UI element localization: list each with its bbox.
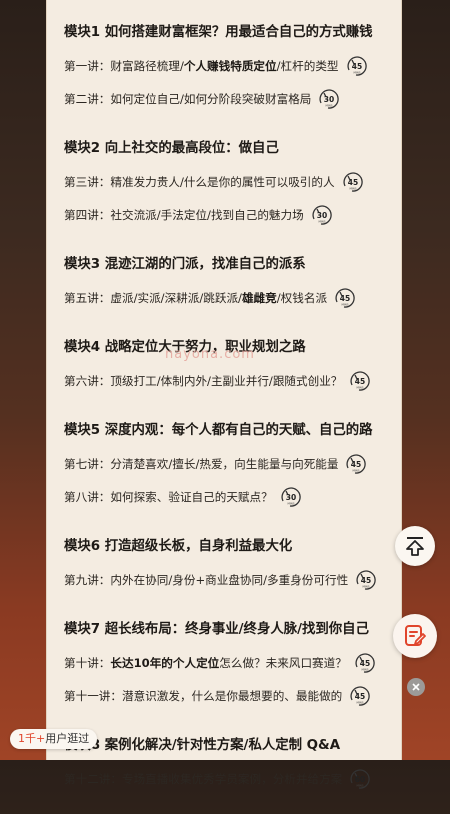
lecture-title: 第十讲：长达10年的个人定位怎么做？未来风口赛道？ <box>64 655 347 671</box>
module-title: 模块1 如何搭建财富框架？用最适合自己的方式赚钱 <box>64 25 373 40</box>
lecture-text: /杠杆的类型 <box>276 58 339 73</box>
lecture-title: 第八讲：如何探索、验证自己的天赋点？ <box>64 489 273 505</box>
module-section: 模块7 超长线布局：终身事业/终身人脉/找到你自己 第十讲：长达10年的个人定位怎… <box>64 621 387 731</box>
module-title: 模块3 混迹江湖的门派，找准自己的派系 <box>64 257 306 272</box>
lecture-text: 第七讲：分清楚喜欢/擅长/热爱，向生能量与向死能量 <box>64 456 339 471</box>
duration-unit: MINS <box>357 385 364 389</box>
module-spacer <box>64 118 387 134</box>
duration-unit: MINS <box>357 700 364 704</box>
module-title: 模块5 深度内观：每个人都有自己的天赋、自己的路 <box>64 423 373 438</box>
lecture-item[interactable]: 第七讲：分清楚喜欢/擅长/热爱，向生能量与向死能量 45 MINS <box>64 450 387 477</box>
duration-clock-icon: 30 MINS <box>317 88 340 110</box>
lecture-title: 第二讲：如何定位自己/如何分阶段突破财富格局 <box>64 91 311 107</box>
lecture-text: 怎么做？未来风口赛道？ <box>219 655 347 670</box>
close-button[interactable] <box>407 678 425 696</box>
duration-clock-icon: 45 MINS <box>348 370 371 392</box>
visit-label: 用户逛过 <box>45 732 90 745</box>
lecture-item[interactable]: 第十讲：长达10年的个人定位怎么做？未来风口赛道？ 45 MINS <box>64 649 387 676</box>
module-section: 模块3 混迹江湖的门派，找准自己的派系 第五讲：虚派/实派/深耕派/跳跃派/雄雌竞… <box>64 256 387 333</box>
visit-count: 1千+ <box>18 732 46 745</box>
lecture-text: 第五讲：虚派/实派/深耕派/跳跃派/ <box>64 290 242 305</box>
lecture-text: 第三讲：精准发力贵人/什么是你的属性可以吸引的人 <box>64 174 335 189</box>
duration-clock-icon: 30 MINS <box>310 204 332 226</box>
lecture-item[interactable]: 第十一讲：潜意识激发，什么是你最想要的、最能做的 45 MINS <box>64 682 387 709</box>
lecture-item[interactable]: 第五讲：虚派/实派/深耕派/跳跃派/雄雌竞/权钱名派 45 MINS <box>64 284 387 311</box>
lecture-text: 第十一讲：潜意识激发，什么是你最想要的、最能做的 <box>64 688 343 703</box>
module-spacer <box>64 317 387 333</box>
lecture-item[interactable]: 第九讲：内外在协同/身份+商业盘协同/多重身份可行性 45 MINS <box>64 566 387 593</box>
module-section: 模块1 如何搭建财富框架？用最适合自己的方式赚钱 第一讲：财富路径梳理/个人赚钱特… <box>64 24 387 134</box>
duration-clock-icon: 45 MINS <box>341 171 363 193</box>
lecture-title: 第十一讲：潜意识激发，什么是你最想要的、最能做的 <box>64 688 342 704</box>
course-outline-card: 模块1 如何搭建财富框架？用最适合自己的方式赚钱 第一讲：财富路径梳理/个人赚钱特… <box>46 0 402 789</box>
lecture-title: 第七讲：分清楚喜欢/擅长/热爱，向生能量与向死能量 <box>64 456 338 472</box>
lecture-title: 第六讲：顶级打工/体制内外/主副业并行/跟随式创业？ <box>64 373 342 389</box>
module-section: 模块2 向上社交的最高段位：做自己第三讲：精准发力贵人/什么是你的属性可以吸引的… <box>64 140 387 250</box>
module-spacer <box>64 516 387 532</box>
duration-unit: MINS <box>287 501 294 505</box>
close-icon <box>412 683 420 691</box>
duration-unit: MINS <box>363 584 370 588</box>
duration-unit: MINS <box>318 219 325 223</box>
lecture-text: 第六讲：顶级打工/体制内外/主副业并行/跟随式创业？ <box>64 373 343 388</box>
duration-unit: MINS <box>326 103 333 107</box>
duration-unit: MINS <box>349 186 356 190</box>
module-title: 模块2 向上社交的最高段位：做自己 <box>64 141 279 156</box>
duration-clock-icon: 60 MINS <box>348 768 370 790</box>
visit-count-badge: 1千+用户逛过 <box>10 729 98 749</box>
lecture-text: 第二讲：如何定位自己/如何分阶段突破财富格局 <box>64 91 312 106</box>
lecture-title: 第九讲：内外在协同/身份+商业盘协同/多重身份可行性 <box>64 572 348 588</box>
scroll-top-button[interactable] <box>395 526 435 566</box>
lecture-text: 第九讲：内外在协同/身份+商业盘协同/多重身份可行性 <box>64 572 349 587</box>
module-spacer <box>64 599 387 615</box>
watermark: nayona.com <box>165 347 255 362</box>
duration-unit: MINS <box>361 667 368 671</box>
duration-unit: MINS <box>353 70 360 74</box>
duration-clock-icon: 45 MINS <box>345 55 367 77</box>
duration-clock-icon: 30 MINS <box>279 486 301 508</box>
module-spacer <box>64 234 387 250</box>
duration-clock-icon: 45 MINS <box>348 685 370 707</box>
lecture-item[interactable]: 第十二讲：专场直播收集优秀学员案例，分析并给方案 60 MINS <box>64 765 387 792</box>
lecture-text: 第十二讲：专场直播收集优秀学员案例，分析并给方案 <box>64 771 343 786</box>
lecture-title: 第十二讲：专场直播收集优秀学员案例，分析并给方案 <box>64 771 342 787</box>
duration-unit: MINS <box>353 468 360 472</box>
duration-unit: MINS <box>341 302 348 306</box>
module-section: 模块5 深度内观：每个人都有自己的天赋、自己的路 第七讲：分清楚喜欢/擅长/热爱，… <box>64 422 387 532</box>
module-spacer <box>64 400 387 416</box>
lecture-item[interactable]: 第一讲：财富路径梳理/个人赚钱特质定位/杠杆的类型 45 MINS <box>64 52 387 79</box>
edit-note-icon <box>405 625 426 646</box>
lecture-text: 第八讲：如何探索、验证自己的天赋点？ <box>64 489 273 504</box>
note-button[interactable] <box>393 614 437 658</box>
lecture-text: /权钱名派 <box>276 290 328 305</box>
lecture-title: 第五讲：虚派/实派/深耕派/跳跃派/雄雌竞/权钱名派 <box>64 290 327 306</box>
lecture-item[interactable]: 第六讲：顶级打工/体制内外/主副业并行/跟随式创业？ 45 MINS <box>64 367 387 394</box>
lecture-item[interactable]: 第三讲：精准发力贵人/什么是你的属性可以吸引的人 45 MINS <box>64 168 387 195</box>
module-section: 模块8 案例化解决/针对性方案/私人定制 Q&A 第十二讲：专场直播收集优秀学员案… <box>64 737 387 814</box>
lecture-title: 第四讲：社交流派/手法定位/找到自己的魅力场 <box>64 207 304 223</box>
duration-clock-icon: 45 MINS <box>344 453 367 475</box>
duration-clock-icon: 45 MINS <box>353 652 375 674</box>
duration-unit: MINS <box>357 783 364 787</box>
duration-clock-icon: 45 MINS <box>354 569 376 591</box>
lecture-highlight: 个人赚钱特质定位 <box>183 58 277 73</box>
duration-clock-icon: 45 MINS <box>333 287 355 309</box>
lecture-item[interactable]: 第二讲：如何定位自己/如何分阶段突破财富格局 30 MINS <box>64 85 387 112</box>
module-section: 模块6 打造超级长板，自身利益最大化第九讲：内外在协同/身份+商业盘协同/多重身… <box>64 538 387 615</box>
module-title: 模块8 案例化解决/针对性方案/私人定制 Q&A <box>64 738 341 753</box>
module-spacer <box>64 715 387 731</box>
lecture-text: 第十讲： <box>64 655 111 670</box>
lecture-item[interactable]: 第八讲：如何探索、验证自己的天赋点？ 30 MINS <box>64 483 387 510</box>
lecture-highlight: 长达10年的个人定位 <box>110 655 220 670</box>
module-title: 模块6 打造超级长板，自身利益最大化 <box>64 539 293 554</box>
lecture-title: 第三讲：精准发力贵人/什么是你的属性可以吸引的人 <box>64 174 335 190</box>
lecture-highlight: 雄雌竞 <box>241 290 277 305</box>
module-title: 模块7 超长线布局：终身事业/终身人脉/找到你自己 <box>64 622 369 637</box>
lecture-title: 第一讲：财富路径梳理/个人赚钱特质定位/杠杆的类型 <box>64 58 339 74</box>
lecture-item[interactable]: 第四讲：社交流派/手法定位/找到自己的魅力场 30 MINS <box>64 201 387 228</box>
module-spacer <box>64 798 387 814</box>
lecture-text: 第四讲：社交流派/手法定位/找到自己的魅力场 <box>64 207 304 222</box>
scroll-top-icon <box>406 537 424 556</box>
lecture-text: 第一讲：财富路径梳理/ <box>64 58 184 73</box>
